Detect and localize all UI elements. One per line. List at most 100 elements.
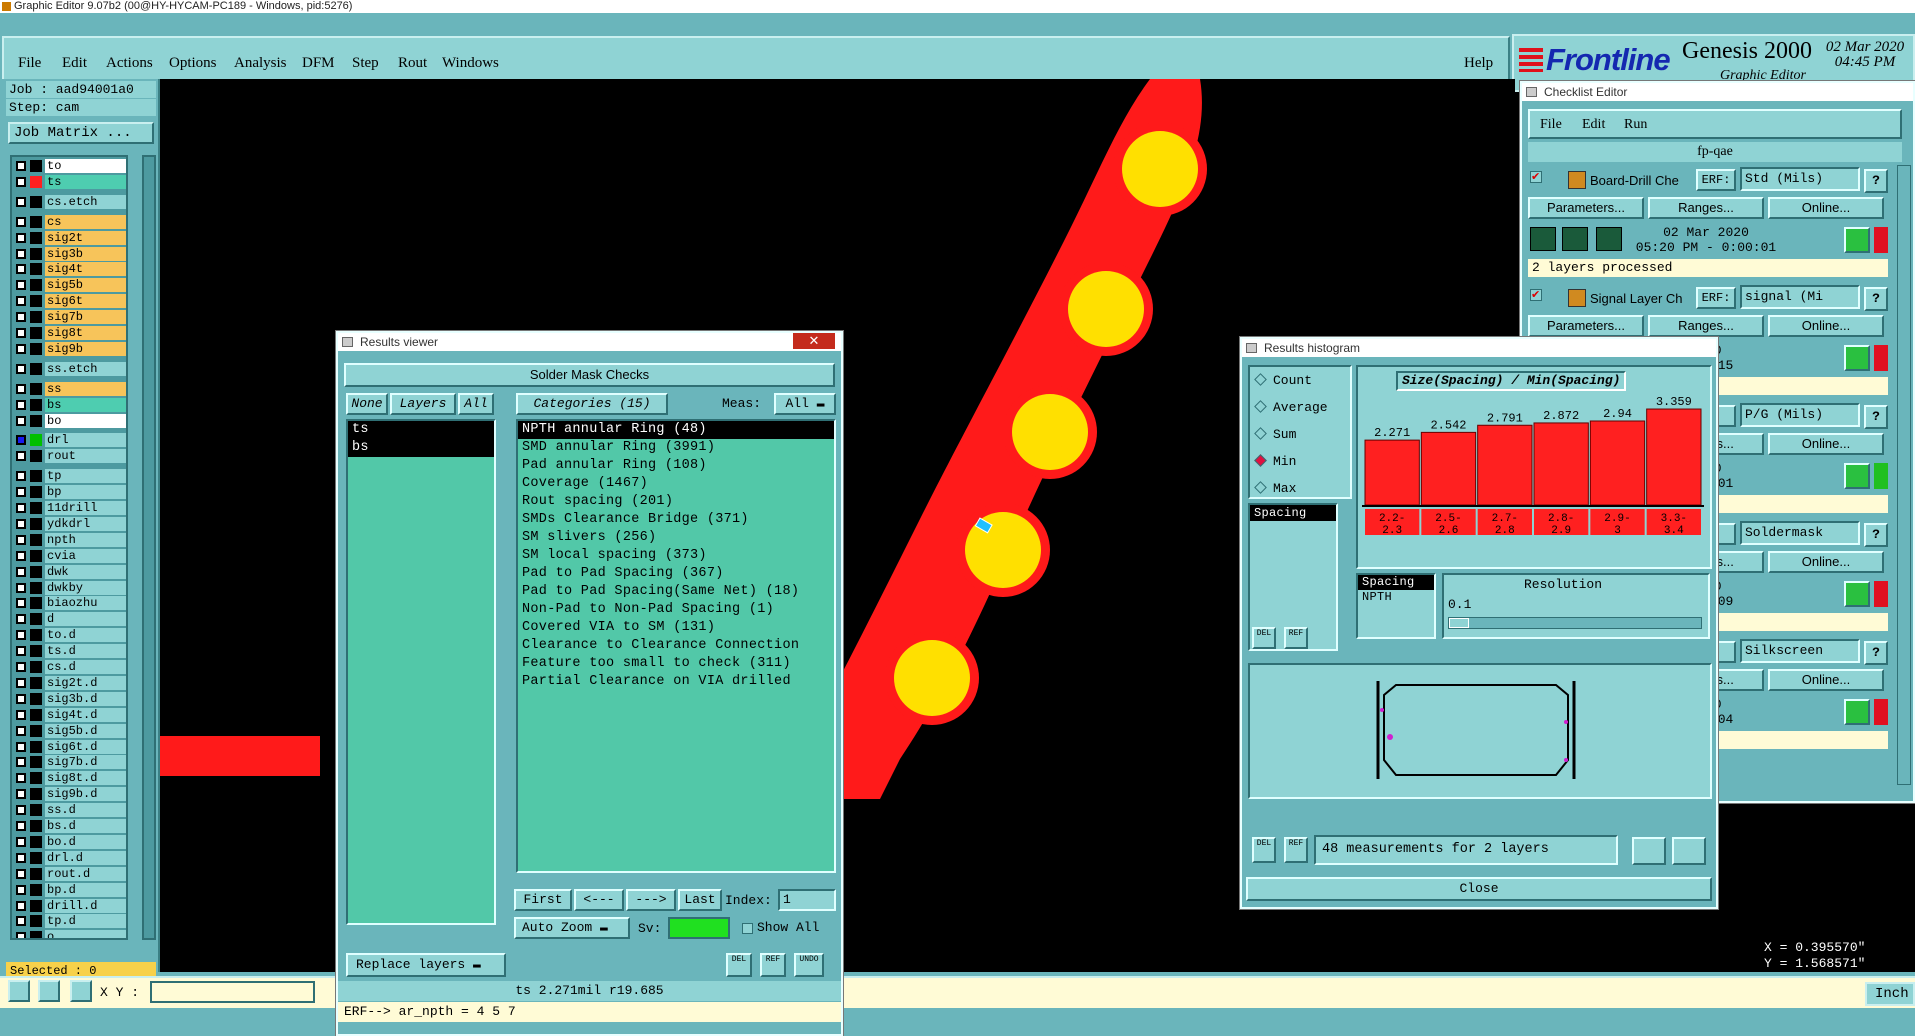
zoom-results-icon[interactable]: [1844, 463, 1870, 489]
zoom-tool-icon[interactable]: [8, 980, 30, 1002]
layer-checkbox[interactable]: [16, 773, 26, 784]
check-erf[interactable]: ERF:: [1696, 169, 1736, 191]
layer-checkbox[interactable]: [16, 264, 26, 275]
layer-checkbox[interactable]: [16, 582, 26, 593]
layer-checkbox[interactable]: [16, 566, 26, 577]
layer-row-cs-d[interactable]: cs.d: [14, 660, 126, 674]
zoom-results-icon[interactable]: [1844, 699, 1870, 725]
layer-row-sig2t-d[interactable]: sig2t.d: [14, 675, 126, 690]
layer-checkbox[interactable]: [16, 693, 26, 704]
zoom-to-fit-icon[interactable]: [1632, 837, 1666, 865]
layer-checkbox[interactable]: [16, 176, 26, 187]
hist-del-button[interactable]: DEL: [1252, 627, 1276, 649]
list-item[interactable]: Coverage (1467): [518, 475, 834, 493]
layer-color-swatch[interactable]: [30, 931, 42, 938]
layer-checkbox[interactable]: [16, 916, 26, 927]
histogram-bar[interactable]: [1364, 439, 1420, 506]
layer-checkbox[interactable]: [16, 884, 26, 895]
check-name[interactable]: Signal Layer Ch: [1590, 291, 1683, 306]
check-preset[interactable]: Std (Mils): [1740, 167, 1860, 191]
layer-checkbox[interactable]: [16, 248, 26, 259]
layer-row-rout-d[interactable]: rout.d: [14, 866, 126, 881]
meas-dropdown[interactable]: All ▬: [774, 393, 836, 415]
list-item[interactable]: SM slivers (256): [518, 529, 834, 547]
layer-row-o[interactable]: o: [14, 930, 126, 938]
run-icon[interactable]: [1530, 227, 1556, 251]
layer-color-swatch[interactable]: [30, 295, 42, 308]
layer-row-to[interactable]: to: [14, 159, 126, 173]
option-average[interactable]: Average: [1254, 400, 1328, 415]
checklist-menu-edit[interactable]: Edit: [1582, 117, 1605, 133]
layer-row-tp-d[interactable]: tp.d: [14, 914, 126, 929]
preview-del-button[interactable]: DEL: [1252, 837, 1276, 863]
layer-row-sig5b-d[interactable]: sig5b.d: [14, 723, 126, 738]
list-item[interactable]: Non-Pad to Non-Pad Spacing (1): [518, 601, 834, 619]
ranges-button[interactable]: Ranges...: [1648, 315, 1764, 337]
layer-row-dwk[interactable]: dwk: [14, 564, 126, 579]
check-name[interactable]: Board-Drill Che: [1590, 173, 1679, 188]
layer-checkbox[interactable]: [16, 725, 26, 736]
list-item[interactable]: bs: [348, 439, 494, 457]
layer-checkbox[interactable]: [16, 757, 26, 768]
layer-row-cvia[interactable]: cvia: [14, 548, 126, 563]
layer-color-swatch[interactable]: [30, 414, 42, 427]
histogram-bar[interactable]: [1589, 420, 1646, 506]
list-item[interactable]: Rout spacing (201): [518, 493, 834, 511]
list-item[interactable]: Feature too small to check (311): [518, 655, 834, 673]
layer-color-swatch[interactable]: [30, 327, 42, 339]
layer-checkbox[interactable]: [16, 789, 26, 800]
layer-color-swatch[interactable]: [30, 247, 42, 260]
histogram-chart[interactable]: 2.271 2.2-2.3 2.542 2.5-2.6 2.791 2.7-2.8 2.87…: [1360, 397, 1706, 565]
undo-button[interactable]: UNDO: [794, 953, 824, 977]
layer-color-swatch[interactable]: [30, 581, 42, 594]
check-help-button[interactable]: ?: [1864, 641, 1888, 665]
check-preset[interactable]: Soldermask: [1740, 521, 1860, 545]
layer-row-sig2t[interactable]: sig2t: [14, 230, 126, 245]
units-selector[interactable]: Inch: [1865, 982, 1915, 1006]
list-item[interactable]: SMD annular Ring (3991): [518, 439, 834, 457]
layer-color-swatch[interactable]: [30, 629, 42, 642]
menu-actions[interactable]: Actions: [106, 55, 153, 72]
layer-color-swatch[interactable]: [30, 788, 42, 801]
layer-color-swatch[interactable]: [30, 867, 42, 880]
layer-row-sig4t-d[interactable]: sig4t.d: [14, 707, 126, 722]
histogram-close-button[interactable]: Close: [1246, 877, 1712, 901]
layer-checkbox[interactable]: [16, 534, 26, 545]
layer-row-sig3b[interactable]: sig3b: [14, 246, 126, 261]
layer-row-drl-d[interactable]: drl.d: [14, 850, 126, 865]
prev-button[interactable]: <---: [574, 889, 624, 911]
auto-zoom-dropdown[interactable]: Auto Zoom ▬: [514, 917, 630, 939]
menu-rout[interactable]: Rout: [398, 55, 427, 72]
list-item[interactable]: Pad to Pad Spacing(Same Net) (18): [518, 583, 834, 601]
layer-checkbox[interactable]: [16, 161, 26, 171]
layer-checkbox[interactable]: [16, 741, 26, 752]
layer-color-swatch[interactable]: [30, 676, 42, 689]
layer-checkbox[interactable]: [16, 868, 26, 879]
layer-row-bo-d[interactable]: bo.d: [14, 834, 126, 849]
layers-button[interactable]: Layers: [390, 393, 456, 415]
layer-color-swatch[interactable]: [30, 311, 42, 324]
layer-color-swatch[interactable]: [30, 502, 42, 514]
first-button[interactable]: First: [514, 889, 572, 911]
last-button[interactable]: Last: [678, 889, 722, 911]
list-item[interactable]: SMDs Clearance Bridge (371): [518, 511, 834, 529]
layer-color-swatch[interactable]: [30, 708, 42, 721]
list-item[interactable]: Pad to Pad Spacing (367): [518, 565, 834, 583]
option-count[interactable]: Count: [1254, 373, 1312, 388]
layer-row-sig9b-d[interactable]: sig9b.d: [14, 787, 126, 802]
layer-color-swatch[interactable]: [30, 382, 42, 395]
zoom-results-icon[interactable]: [1844, 581, 1870, 607]
layer-checkbox[interactable]: [16, 662, 26, 672]
radio-icon[interactable]: [1254, 481, 1267, 494]
export-icon[interactable]: [1672, 837, 1706, 865]
layer-row-ts[interactable]: ts: [14, 174, 126, 189]
layer-row-ss-etch[interactable]: ss.etch: [14, 361, 126, 376]
layer-color-swatch[interactable]: [30, 549, 42, 562]
layer-checkbox[interactable]: [16, 328, 26, 338]
online-button[interactable]: Online...: [1768, 551, 1884, 573]
layer-color-swatch[interactable]: [30, 398, 42, 411]
resolution-slider[interactable]: [1448, 617, 1702, 629]
layer-color-swatch[interactable]: [30, 804, 42, 817]
layer-color-swatch[interactable]: [30, 645, 42, 658]
layer-checkbox[interactable]: [16, 280, 26, 291]
